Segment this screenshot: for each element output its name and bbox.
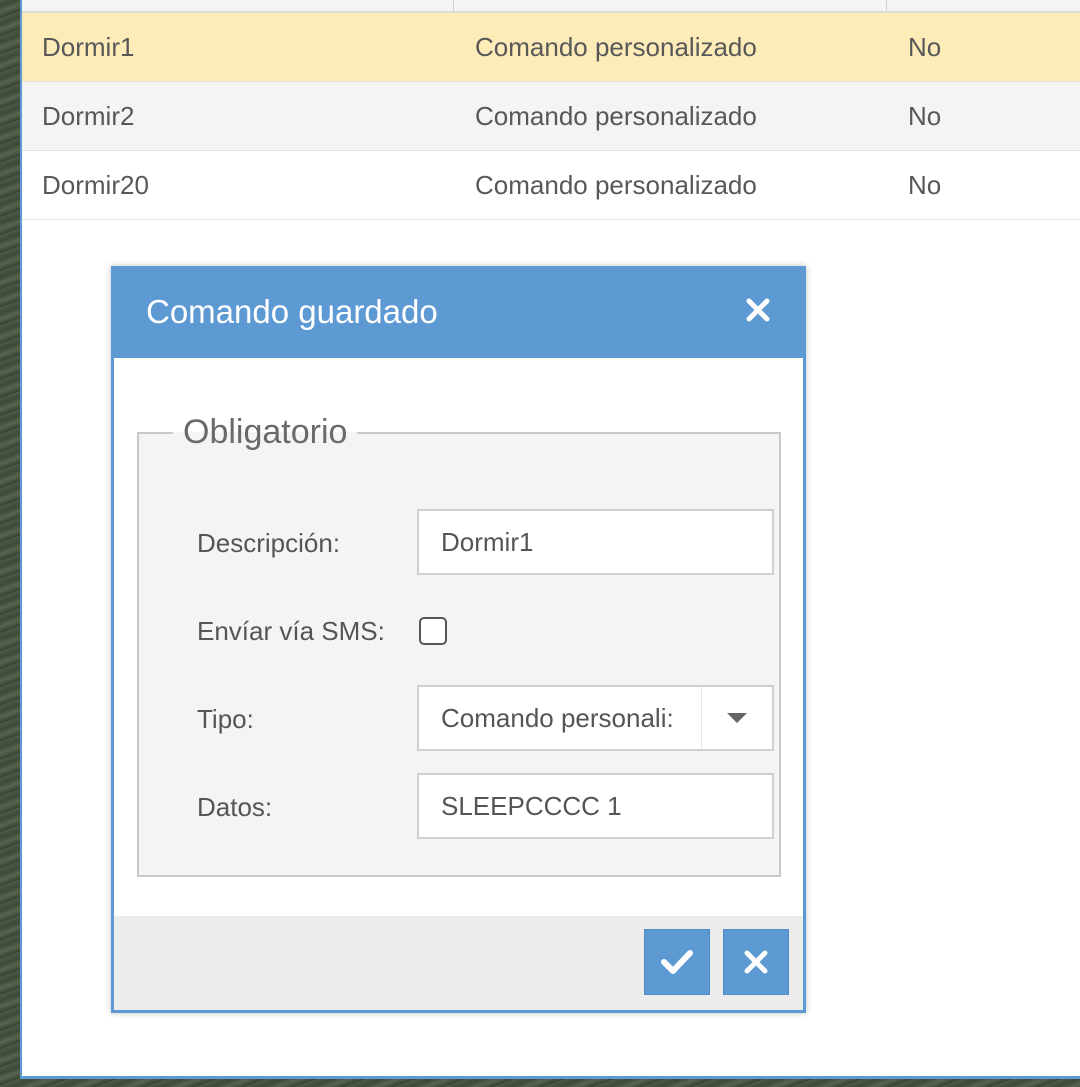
cell-type: Comando personalizado [475, 31, 757, 62]
data-value: SLEEPCCCC 1 [441, 790, 622, 821]
cell-sms: No [908, 100, 942, 131]
required-fieldset: Obligatorio Descripción: Dormir1 Envíar … [137, 413, 781, 877]
sms-label: Envíar vía SMS: [197, 616, 385, 646]
type-select-value: Comando personali: [441, 702, 674, 733]
cell-description: Dormir2 [42, 100, 135, 131]
check-icon [661, 950, 693, 974]
cell-type: Comando personalizado [475, 169, 757, 200]
description-value: Dormir1 [441, 526, 534, 557]
table-row[interactable]: Dormir20 Comando personalizado No [22, 151, 1080, 220]
cell-description: Dormir1 [42, 31, 135, 62]
table-row[interactable]: Dormir2 Comando personalizado No [22, 82, 1080, 151]
saved-command-dialog: Comando guardado Obligatorio Descripción… [111, 266, 806, 1013]
close-icon[interactable] [743, 297, 773, 327]
dialog-footer [114, 916, 803, 1010]
table-header [22, 0, 1080, 13]
cell-description: Dormir20 [42, 169, 149, 200]
chevron-down-icon[interactable] [701, 687, 772, 749]
cell-sms: No [908, 169, 942, 200]
cell-sms: No [908, 31, 942, 62]
sms-checkbox[interactable] [419, 617, 447, 645]
description-label: Descripción: [197, 528, 341, 558]
close-icon-glyph [746, 298, 770, 322]
cell-type: Comando personalizado [475, 100, 757, 131]
data-label: Datos: [197, 792, 273, 822]
description-input[interactable]: Dormir1 [417, 509, 774, 575]
table-row[interactable]: Dormir1 Comando personalizado No [22, 13, 1080, 82]
cancel-button[interactable] [723, 929, 789, 995]
type-label: Tipo: [197, 704, 254, 734]
dialog-header: Comando guardado [114, 269, 803, 358]
dialog-body: Obligatorio Descripción: Dormir1 Envíar … [114, 358, 803, 918]
dialog-title: Comando guardado [146, 293, 438, 330]
data-input[interactable]: SLEEPCCCC 1 [417, 773, 774, 839]
column-separator [886, 0, 887, 11]
confirm-button[interactable] [644, 929, 710, 995]
column-separator [453, 0, 454, 11]
type-select[interactable]: Comando personali: [417, 685, 774, 751]
close-icon [744, 950, 768, 974]
fieldset-legend: Obligatorio [183, 413, 348, 451]
